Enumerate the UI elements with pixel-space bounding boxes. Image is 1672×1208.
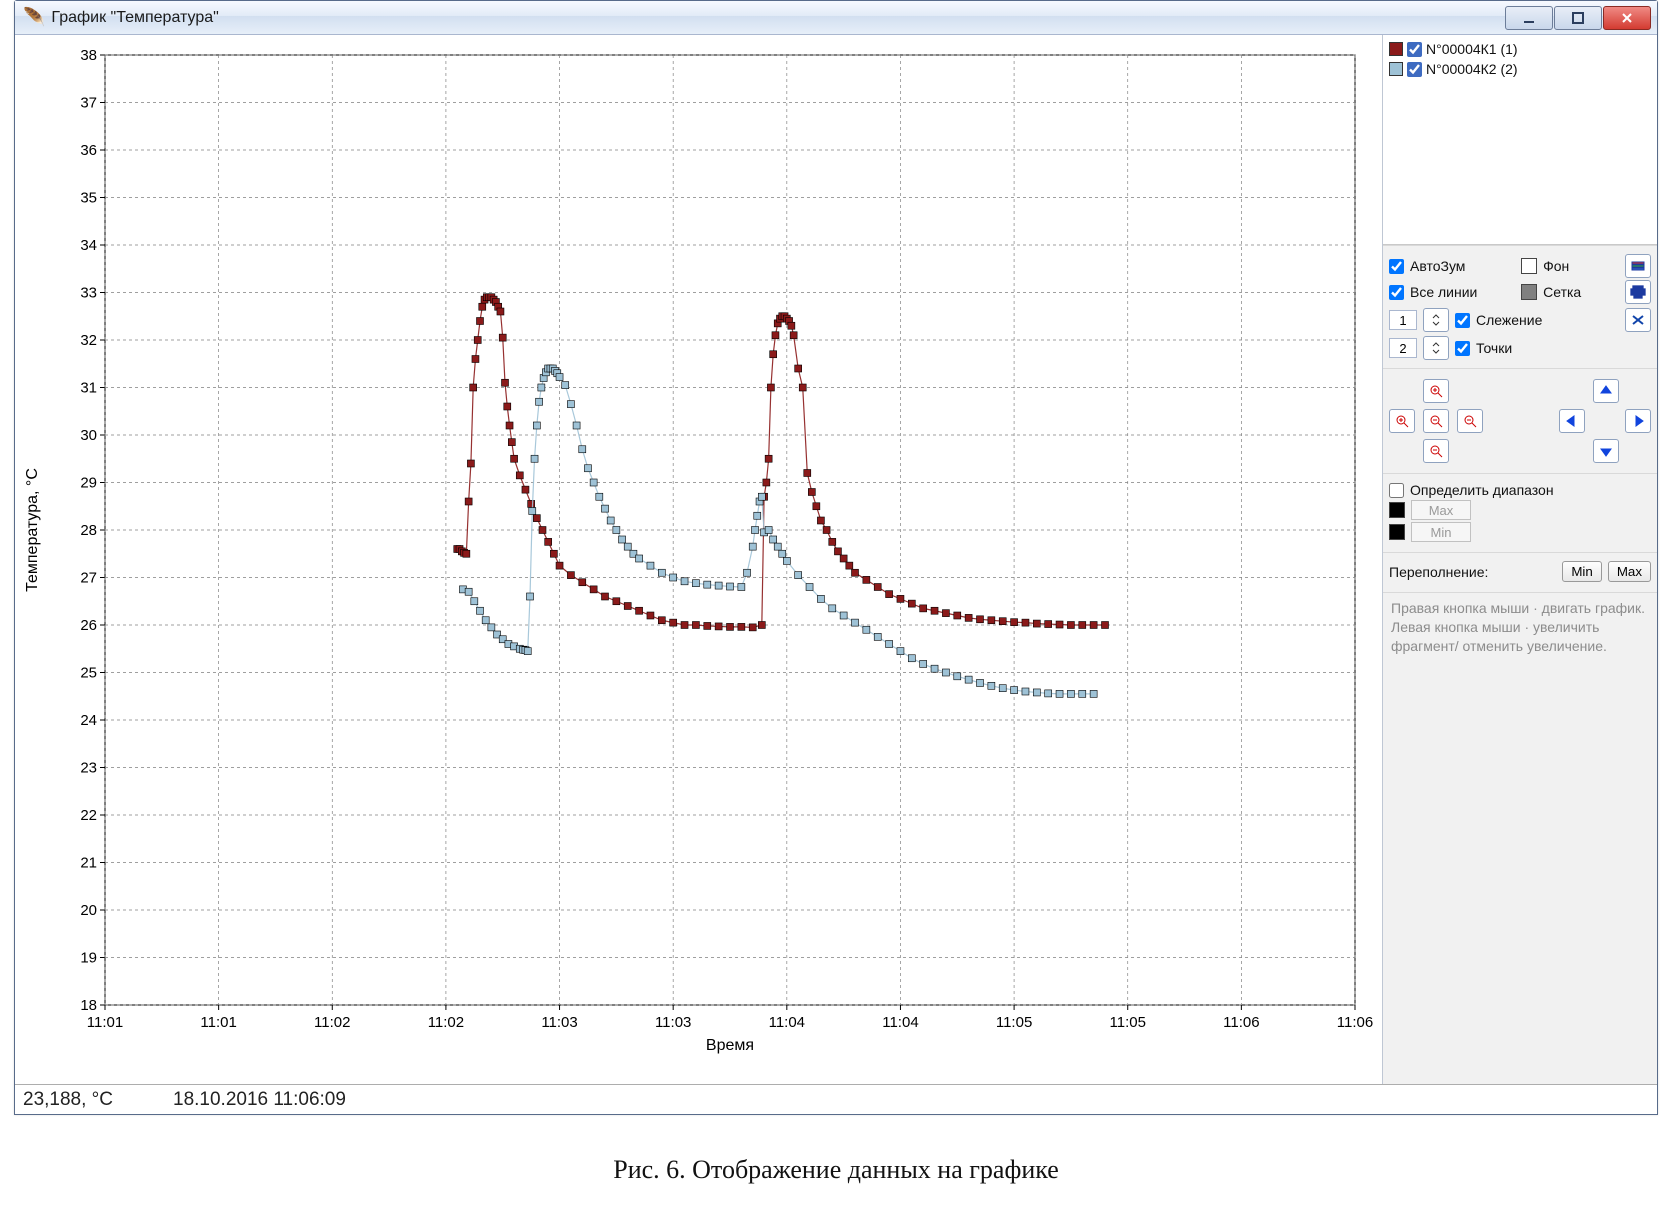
status-value: 23,188, °C [23, 1089, 113, 1111]
svg-text:32: 32 [80, 332, 97, 349]
svg-text:37: 37 [80, 95, 97, 112]
svg-text:11:06: 11:06 [1223, 1014, 1259, 1031]
all-lines-checkbox[interactable] [1389, 285, 1404, 300]
legend-item[interactable]: N°00004К1 (1) [1389, 39, 1651, 59]
svg-text:25: 25 [80, 665, 97, 682]
legend-swatch-2 [1389, 62, 1403, 76]
max-swatch[interactable] [1389, 502, 1405, 518]
svg-text:21: 21 [80, 855, 97, 872]
zoom-reset-button[interactable] [1423, 409, 1449, 433]
print-button[interactable] [1625, 280, 1651, 304]
min-input [1411, 522, 1471, 542]
svg-text:23: 23 [80, 760, 97, 777]
svg-text:11:02: 11:02 [428, 1014, 464, 1031]
legend-box: N°00004К1 (1) N°00004К2 (2) [1383, 35, 1657, 245]
points-checkbox[interactable] [1455, 341, 1470, 356]
svg-text:31: 31 [80, 380, 97, 397]
svg-text:27: 27 [80, 570, 97, 587]
svg-text:11:04: 11:04 [882, 1014, 918, 1031]
title-bar: 🪶 График "Температура" [15, 1, 1657, 35]
pan-up-button[interactable] [1593, 379, 1619, 403]
track-stepper[interactable] [1423, 308, 1449, 332]
svg-text:29: 29 [80, 475, 97, 492]
svg-text:30: 30 [80, 427, 97, 444]
svg-text:11:03: 11:03 [541, 1014, 577, 1031]
pan-left-button[interactable] [1559, 409, 1585, 433]
svg-text:Время: Время [706, 1037, 754, 1054]
svg-text:11:03: 11:03 [655, 1014, 691, 1031]
zoom-in-x-button[interactable] [1389, 409, 1415, 433]
all-lines-label: Все линии [1410, 284, 1477, 300]
min-swatch[interactable] [1389, 524, 1405, 540]
points-stepper[interactable] [1423, 336, 1449, 360]
legend-label: N°00004К1 (1) [1426, 39, 1518, 59]
legend-label: N°00004К2 (2) [1426, 59, 1518, 79]
bg-label: Фон [1543, 258, 1569, 274]
svg-text:11:01: 11:01 [87, 1014, 123, 1031]
pan-right-button[interactable] [1625, 409, 1651, 433]
define-range-checkbox[interactable] [1389, 483, 1404, 498]
zoom-out-y-button[interactable] [1423, 439, 1449, 463]
legend-checkbox-2[interactable] [1407, 62, 1422, 77]
plot-style-button[interactable] [1625, 254, 1651, 278]
svg-text:11:05: 11:05 [996, 1014, 1032, 1031]
svg-text:Температура, °C: Температура, °C [24, 468, 41, 592]
svg-text:11:01: 11:01 [200, 1014, 236, 1031]
figure-caption: Рис. 6. Отображение данных на графике [0, 1155, 1672, 1185]
points-label: Точки [1476, 340, 1512, 356]
maximize-button[interactable] [1554, 6, 1602, 30]
window-title: График "Температура" [51, 9, 218, 27]
zoom-in-y-button[interactable] [1423, 379, 1449, 403]
define-range-label: Определить диапазон [1410, 482, 1554, 498]
points-index-input[interactable] [1389, 338, 1417, 358]
chart-area[interactable]: 18 19 20 21 22 23 24 25 26 27 28 29 30 31 32 33 34 35 36 37… [15, 35, 1382, 1084]
status-datetime: 18.10.2016 11:06:09 [173, 1089, 346, 1111]
svg-text:34: 34 [80, 237, 97, 254]
svg-text:11:04: 11:04 [769, 1014, 805, 1031]
svg-text:11:02: 11:02 [314, 1014, 350, 1031]
svg-text:35: 35 [80, 190, 97, 207]
svg-text:24: 24 [80, 712, 97, 729]
legend-swatch-1 [1389, 42, 1403, 56]
track-checkbox[interactable] [1455, 313, 1470, 328]
zoom-out-x-button[interactable] [1457, 409, 1483, 433]
close-button[interactable] [1603, 6, 1651, 30]
svg-text:19: 19 [80, 950, 97, 967]
svg-text:28: 28 [80, 522, 97, 539]
svg-text:26: 26 [80, 617, 97, 634]
track-label: Слежение [1476, 312, 1542, 328]
minimize-button[interactable] [1505, 6, 1553, 30]
mouse-hint: Правая кнопка мыши · двигать график. Лев… [1383, 592, 1657, 1084]
app-icon: 🪶 [23, 7, 45, 28]
svg-text:11:06: 11:06 [1337, 1014, 1373, 1031]
legend-checkbox-1[interactable] [1407, 42, 1422, 57]
overflow-label: Переполнение: [1389, 564, 1488, 580]
bg-color-swatch[interactable] [1521, 258, 1537, 274]
grid-color-swatch[interactable] [1521, 284, 1537, 300]
erase-button[interactable] [1625, 308, 1651, 332]
overflow-min-button[interactable]: Min [1562, 561, 1601, 582]
svg-text:22: 22 [80, 807, 97, 824]
svg-text:36: 36 [80, 142, 97, 159]
svg-text:38: 38 [80, 47, 97, 64]
autozoom-checkbox[interactable] [1389, 259, 1404, 274]
side-panel: N°00004К1 (1) N°00004К2 (2) АвтоЗум [1382, 35, 1657, 1084]
autozoom-label: АвтоЗум [1410, 258, 1465, 274]
track-index-input[interactable] [1389, 310, 1417, 330]
svg-text:33: 33 [80, 285, 97, 302]
svg-text:18: 18 [80, 997, 97, 1014]
overflow-max-button[interactable]: Max [1608, 561, 1651, 582]
pan-down-button[interactable] [1593, 439, 1619, 463]
svg-text:11:05: 11:05 [1110, 1014, 1146, 1031]
max-input [1411, 500, 1471, 520]
legend-item[interactable]: N°00004К2 (2) [1389, 59, 1651, 79]
grid-label: Сетка [1543, 284, 1581, 300]
status-bar: 23,188, °C 18.10.2016 11:06:09 [15, 1084, 1657, 1114]
svg-text:20: 20 [80, 902, 97, 919]
